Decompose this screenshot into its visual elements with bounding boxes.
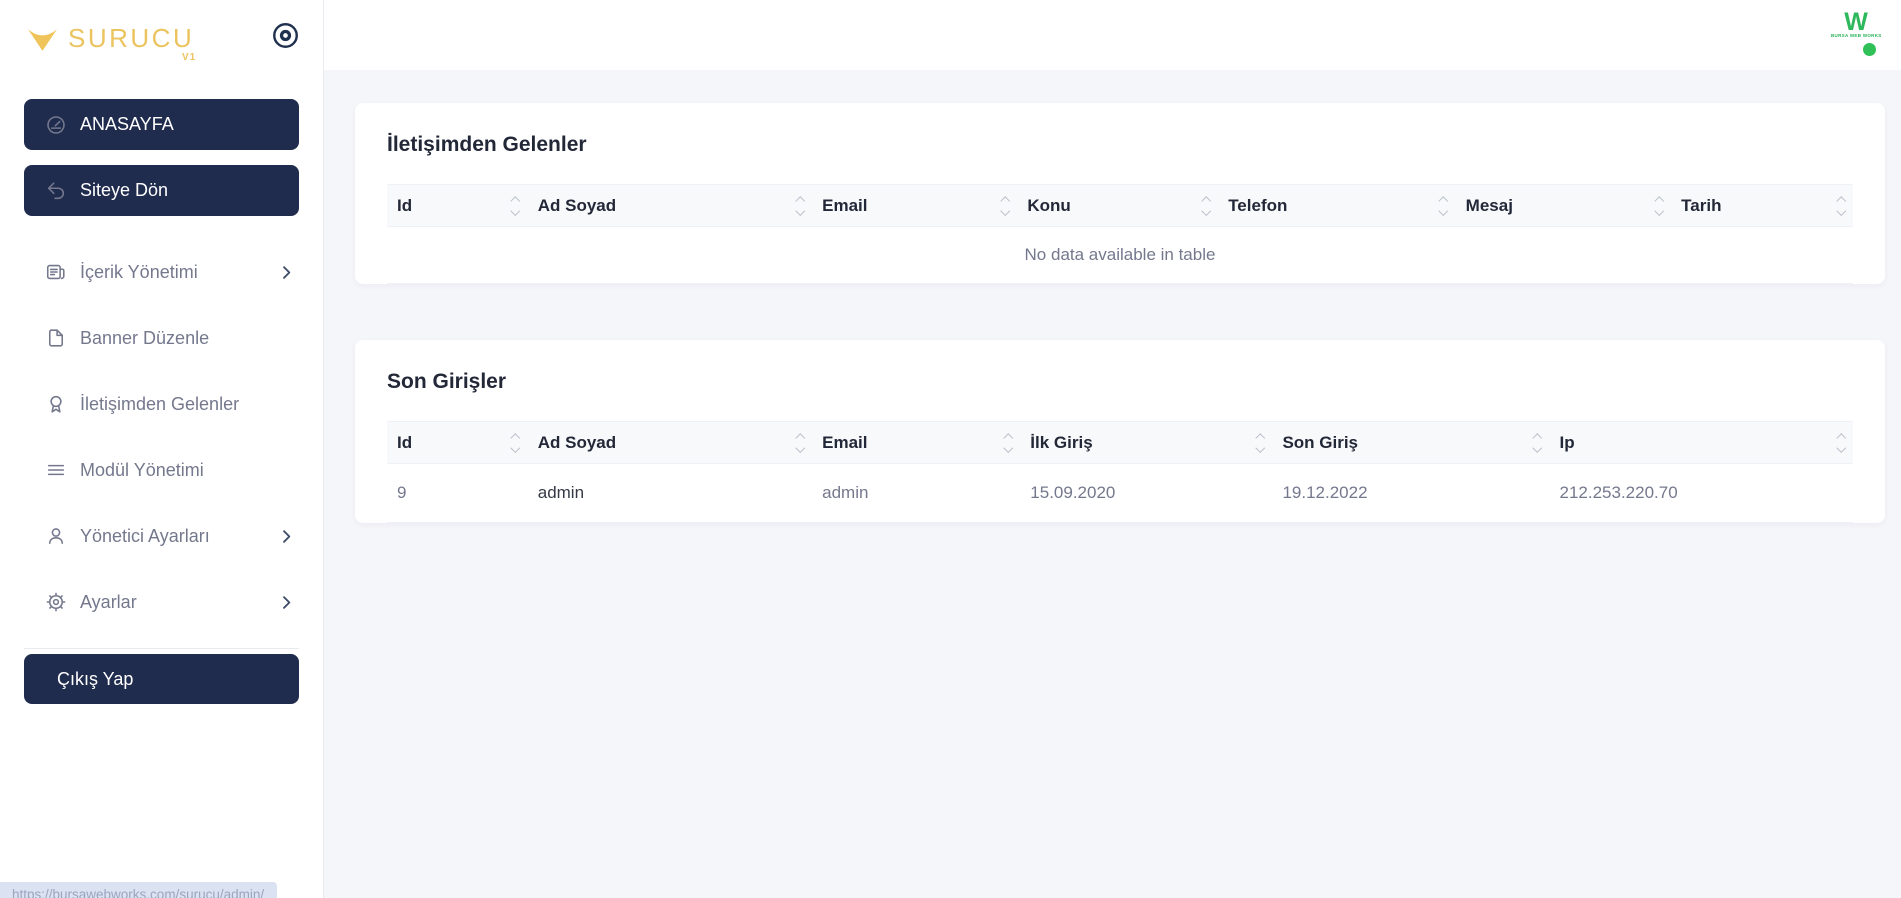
- brand-chevron-icon: [26, 17, 59, 53]
- column-header-ad-soyad[interactable]: Ad Soyad: [527, 421, 813, 464]
- column-header-label: İlk Giriş: [1030, 432, 1093, 452]
- dashboard-icon: [45, 114, 67, 136]
- sidebar-item-label: ANASAYFA: [80, 114, 174, 134]
- award-icon: [45, 393, 67, 415]
- sidebar-item-label: İletişimden Gelenler: [80, 393, 240, 414]
- sort-icon[interactable]: [510, 432, 521, 453]
- table-cell: 9: [387, 463, 528, 523]
- sidebar-item-banner-d-zenle[interactable]: Banner Düzenle: [24, 318, 299, 358]
- sidebar: SURUCU V1 ANASAYFA Siteye Dön İçerik Yöne…: [0, 0, 324, 898]
- sort-icon[interactable]: [1836, 432, 1846, 453]
- logins-table: Id Ad Soyad Email İlk Giriş Son Giriş Ip 9 adm…: [387, 421, 1853, 523]
- column-header-label: Ad Soyad: [537, 432, 617, 452]
- column-header-label: Son Giriş: [1282, 432, 1359, 452]
- column-header-label: Telefon: [1228, 195, 1288, 215]
- column-header-tarih[interactable]: Tarih: [1671, 184, 1853, 227]
- sidebar-item-y-netici-ayarlar[interactable]: Yönetici Ayarları: [24, 516, 299, 556]
- column-header-id[interactable]: Id: [387, 184, 528, 227]
- sidebar-item-label: Ayarlar: [80, 591, 137, 612]
- column-header-label: Id: [397, 432, 413, 452]
- table-cell: admin: [527, 463, 813, 523]
- sort-icon[interactable]: [1836, 195, 1846, 216]
- avatar-caption: BURSA WEB WORKS: [1831, 33, 1882, 38]
- sort-icon[interactable]: [1000, 195, 1010, 216]
- list-icon: [45, 459, 67, 481]
- chevron-right-icon: [278, 528, 295, 545]
- sidebar-item-anasayfa[interactable]: ANASAYFA: [24, 99, 299, 150]
- logins-card: Son Girişler Id Ad Soyad Email İlk Giriş Son…: [355, 340, 1885, 523]
- column-header-ip[interactable]: Ip: [1549, 421, 1853, 464]
- gear-icon: [45, 591, 67, 613]
- topbar: W BURSA WEB WORKS: [324, 0, 1901, 70]
- column-header-label: Id: [397, 195, 413, 215]
- sort-icon[interactable]: [1003, 432, 1013, 453]
- sort-icon[interactable]: [1654, 195, 1664, 216]
- column-header-email[interactable]: Email: [812, 184, 1018, 227]
- column-header-ad-soyad[interactable]: Ad Soyad: [527, 184, 813, 227]
- sidebar-divider: [24, 648, 299, 649]
- sidebar-item-label: Yönetici Ayarları: [80, 525, 210, 546]
- column-header-label: Mesaj: [1465, 195, 1513, 215]
- avatar-logo: W: [1844, 8, 1868, 36]
- sidebar-item-siteye-d-n[interactable]: Siteye Dön: [24, 165, 299, 216]
- sidebar-item-label: İçerik Yönetimi: [80, 261, 198, 282]
- status-url-tooltip: https://bursawebworks.com/surucu/admin/: [0, 882, 278, 898]
- sidebar-item-label: Banner Düzenle: [80, 327, 210, 348]
- contacts-table: Id Ad Soyad Email Konu Telefon Mesaj Tarih No …: [387, 184, 1853, 284]
- column-header-id[interactable]: Id: [387, 421, 528, 464]
- main-content: İletişimden Gelenler Id Ad Soyad Email Konu…: [324, 70, 1901, 898]
- column-header-son-giri[interactable]: Son Giriş: [1272, 421, 1550, 464]
- contacts-card-title: İletişimden Gelenler: [387, 133, 587, 156]
- sidebar-item-mod-l-y-netimi[interactable]: Modül Yönetimi: [24, 450, 299, 490]
- sidebar-item-ayarlar[interactable]: Ayarlar: [24, 582, 299, 622]
- chevron-right-icon: [278, 264, 295, 281]
- sidebar-item-label: Siteye Dön: [80, 180, 169, 200]
- column-header-label: Tarih: [1681, 195, 1722, 215]
- column-header-label: Ip: [1559, 432, 1575, 452]
- newspaper-icon: [45, 261, 67, 283]
- sidebar-header: SURUCU V1: [0, 0, 323, 70]
- sort-icon[interactable]: [1532, 432, 1542, 453]
- table-cell: admin: [812, 463, 1021, 523]
- column-header-label: Ad Soyad: [537, 195, 617, 215]
- column-header-email[interactable]: Email: [812, 421, 1021, 464]
- sort-icon[interactable]: [1201, 195, 1211, 216]
- column-header-i-lk-giri[interactable]: İlk Giriş: [1020, 421, 1273, 464]
- table-cell: 212.253.220.70: [1549, 463, 1853, 523]
- sort-icon[interactable]: [510, 195, 521, 216]
- column-header-label: Email: [822, 195, 868, 215]
- user-icon: [45, 525, 67, 547]
- user-avatar[interactable]: W BURSA WEB WORKS: [1831, 8, 1882, 59]
- sidebar-item-i-erik-y-netimi[interactable]: İçerik Yönetimi: [24, 252, 299, 292]
- column-header-mesaj[interactable]: Mesaj: [1455, 184, 1672, 227]
- online-status-dot: [1863, 43, 1876, 56]
- sidebar-item-label: Modül Yönetimi: [80, 459, 204, 480]
- return-icon: [45, 180, 67, 202]
- sidebar-nav: ANASAYFA Siteye Dön İçerik Yönetimi Banner…: [0, 70, 323, 704]
- sort-icon[interactable]: [1255, 432, 1265, 453]
- sort-icon[interactable]: [795, 432, 805, 453]
- sort-icon[interactable]: [1438, 195, 1449, 216]
- file-icon: [45, 327, 67, 349]
- table-cell: 15.09.2020: [1020, 463, 1273, 523]
- brand-logo[interactable]: SURUCU V1: [26, 17, 271, 63]
- table-row-empty: No data available in table: [387, 226, 1853, 284]
- sidebar-item-i-leti-imden-gelenler[interactable]: İletişimden Gelenler: [24, 384, 299, 424]
- column-header-label: Email: [822, 432, 868, 452]
- sort-icon[interactable]: [795, 195, 805, 216]
- empty-table-message: No data available in table: [387, 226, 1853, 284]
- chevron-right-icon: [278, 594, 295, 611]
- brand-version: V1: [182, 51, 197, 63]
- table-cell: 19.12.2022: [1272, 463, 1550, 523]
- column-header-label: Konu: [1027, 195, 1071, 215]
- sidebar-toggle-button[interactable]: [271, 21, 300, 50]
- column-header-telefon[interactable]: Telefon: [1218, 184, 1456, 227]
- brand-name: SURUCU: [68, 22, 195, 53]
- contacts-card: İletişimden Gelenler Id Ad Soyad Email Konu…: [355, 103, 1885, 284]
- logins-card-title: Son Girişler: [387, 370, 507, 393]
- table-row: 9 admin admin 15.09.2020 19.12.2022 212.253.2…: [387, 463, 1853, 523]
- column-header-konu[interactable]: Konu: [1017, 184, 1219, 227]
- logout-label: Çıkış Yap: [57, 668, 134, 689]
- logout-button[interactable]: Çıkış Yap: [24, 654, 299, 704]
